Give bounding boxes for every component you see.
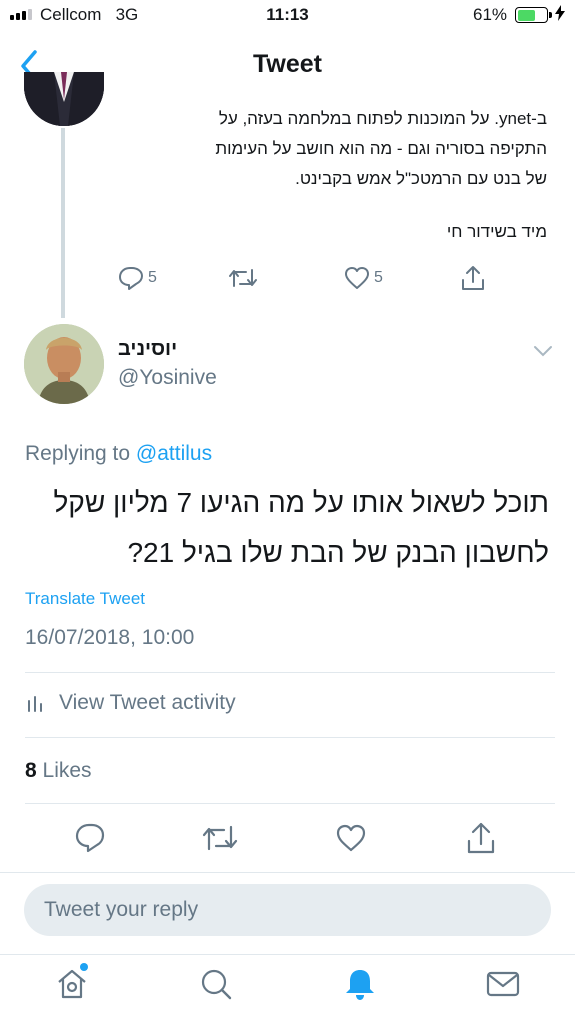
tweet-text-line: תוכל לשאול אותו על מה הגיעו 7 מליון שקל	[53, 487, 549, 518]
tab-home[interactable]	[54, 966, 90, 1002]
chevron-down-icon	[534, 346, 552, 357]
like-button[interactable]	[335, 823, 367, 858]
home-icon	[58, 969, 86, 999]
reply-button[interactable]	[74, 822, 106, 859]
parent-share-button[interactable]	[460, 264, 486, 292]
tab-notifications[interactable]	[342, 966, 378, 1002]
tweet-timestamp: 16/07/2018, 10:00	[25, 626, 195, 649]
reply-input[interactable]: Tweet your reply	[24, 884, 551, 936]
parent-text-line: התקיפה בסוריה וגם - מה הוא חושב על העימו…	[215, 139, 547, 158]
reply-placeholder: Tweet your reply	[44, 898, 199, 921]
charging-icon	[555, 5, 565, 26]
divider	[25, 803, 555, 804]
retweet-button[interactable]	[202, 822, 238, 859]
battery-percent: 61%	[473, 5, 508, 24]
parent-like-button[interactable]: 5	[344, 266, 383, 290]
parent-like-count: 5	[374, 269, 383, 286]
share-button[interactable]	[465, 820, 497, 861]
reply-icon	[119, 267, 143, 290]
likes-label: Likes	[42, 759, 92, 782]
status-bar: Cellcom 3G 11:13 61%	[0, 0, 575, 32]
replying-prefix: Replying to	[25, 442, 131, 465]
bell-icon	[346, 970, 374, 1000]
parent-reply-count: 5	[148, 269, 157, 286]
heart-icon	[345, 267, 369, 289]
analytics-icon	[28, 696, 42, 712]
battery-tip	[549, 12, 552, 18]
replying-to-link[interactable]: @attilus	[136, 442, 212, 465]
thread-line	[61, 128, 65, 318]
replying-to: Replying to @attilus	[25, 442, 212, 466]
tweet-options-button[interactable]	[532, 344, 554, 363]
activity-label: View Tweet activity	[59, 691, 236, 714]
retweet-icon	[202, 825, 238, 851]
display-name[interactable]: יוסיניב	[118, 338, 177, 361]
share-icon	[467, 822, 495, 854]
user-handle[interactable]: @Yosinive	[118, 366, 217, 390]
likes-number: 8	[25, 759, 37, 782]
share-icon	[462, 266, 484, 290]
translate-link[interactable]: Translate Tweet	[25, 589, 145, 609]
parent-text-line: ב-ynet. על המוכנות לפתוח במלחמה בעזה, על	[218, 109, 547, 128]
tab-search[interactable]	[198, 966, 234, 1002]
battery-icon	[515, 7, 548, 23]
divider	[0, 872, 575, 873]
user-avatar[interactable]	[24, 324, 104, 404]
retweet-icon	[229, 269, 257, 287]
mail-icon	[486, 971, 520, 997]
tabbar-divider	[0, 954, 575, 955]
parent-reply-button[interactable]: 5	[118, 266, 157, 290]
likes-count[interactable]: 8 Likes	[25, 759, 92, 783]
divider	[25, 737, 555, 738]
parent-tweet-text: ב-ynet. על המוכנות לפתוח במלחמה בעזה, על…	[107, 104, 547, 194]
view-activity-button[interactable]: View Tweet activity	[25, 691, 236, 715]
parent-text-line: של בנט עם הרמטכ"ל אמש בקבינט.	[295, 169, 547, 188]
reply-icon	[75, 823, 105, 853]
parent-avatar[interactable]	[24, 72, 104, 126]
search-icon	[201, 969, 232, 1000]
parent-live-line: מיד בשידור חי	[446, 222, 547, 241]
heart-icon	[336, 824, 366, 852]
tab-messages[interactable]	[485, 966, 521, 1002]
divider	[25, 672, 555, 673]
tweet-text: תוכל לשאול אותו על מה הגיעו 7 מליון שקל …	[19, 478, 549, 578]
tweet-text-line: לחשבון הבנק של הבת שלו בגיל 21?	[127, 537, 549, 568]
parent-retweet-button[interactable]	[228, 266, 258, 290]
notification-dot	[80, 963, 88, 971]
